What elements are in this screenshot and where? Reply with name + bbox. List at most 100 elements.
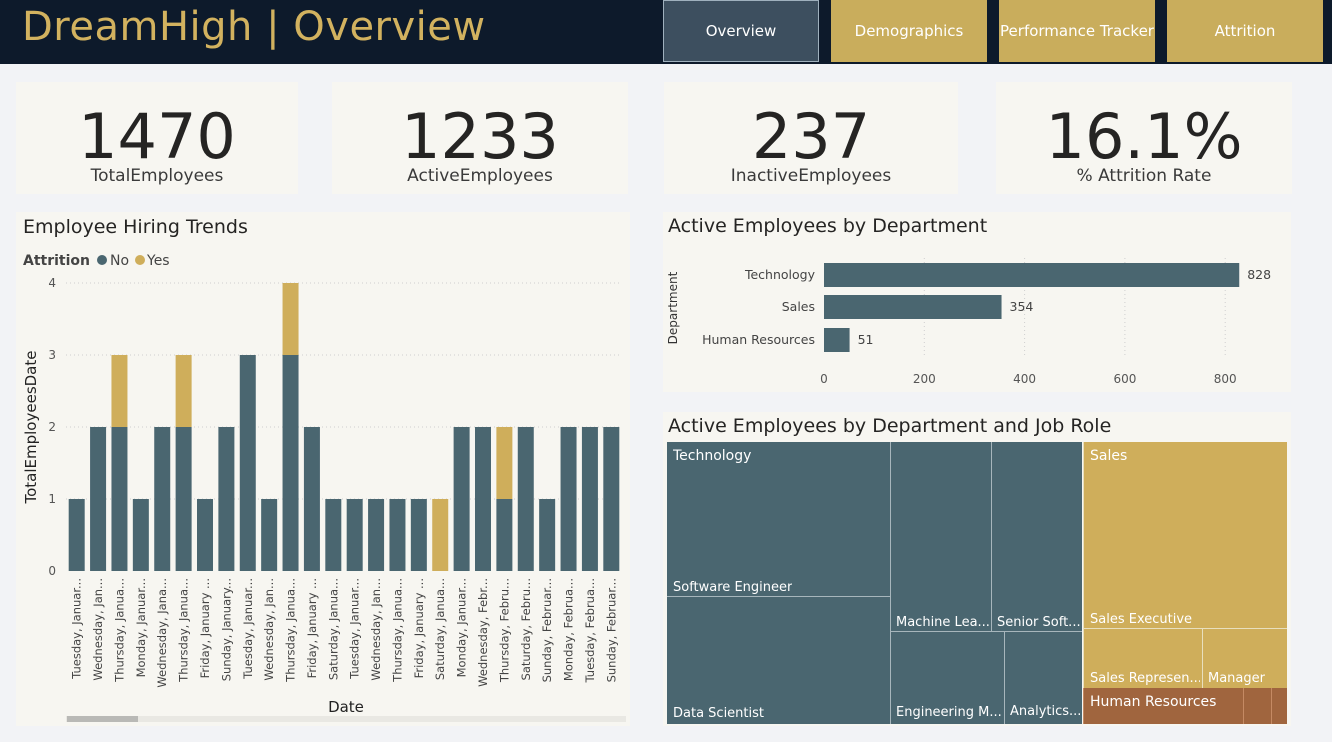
bar-no — [453, 427, 470, 571]
treemap-role-label: Software Engineer — [673, 580, 793, 595]
data-label: 51 — [858, 332, 874, 347]
nav-overview-button[interactable]: Overview — [663, 0, 819, 62]
treemap-tile-machine-learning[interactable]: Machine Lea... — [891, 442, 992, 632]
treemap-role-label: Analytics... — [1010, 704, 1080, 719]
x-tick-label: Thursday, Febru... — [497, 578, 511, 683]
treemap-tile-software-engineer[interactable]: Technology Software Engineer — [667, 442, 891, 597]
legend-label-no: No — [110, 253, 129, 269]
x-tick-label: Tuesday, Januar... — [241, 578, 255, 680]
treemap-tile-engineering-manager[interactable]: Engineering M... — [891, 632, 1005, 724]
department-role-treemap: Technology Software Engineer Data Scient… — [667, 442, 1287, 724]
treemap-role-label: Data Scientist — [673, 706, 764, 721]
category-label: Sales — [782, 299, 815, 314]
x-tick-label: Saturday, Janua... — [433, 578, 447, 680]
x-tick-label: Wednesday, Jan... — [262, 578, 276, 681]
bar — [824, 328, 850, 352]
kpi-label: TotalEmployees — [90, 166, 224, 186]
page-title: DreamHigh | Overview — [22, 4, 486, 50]
category-label: Technology — [744, 267, 816, 282]
y-tick-label: 3 — [48, 348, 56, 362]
treemap-role-label: Machine Lea... — [896, 615, 990, 630]
treemap-tile-hr-role[interactable] — [1271, 688, 1287, 724]
bar-yes — [175, 355, 192, 427]
x-tick-label: Sunday, Februar... — [604, 578, 618, 682]
bar-no — [175, 427, 192, 571]
bar-no — [603, 427, 620, 571]
treemap-tile-senior-software[interactable]: Senior Soft... — [992, 442, 1082, 632]
x-tick-label: Saturday, Febru... — [519, 578, 533, 680]
kpi-value: 16.1% — [1045, 100, 1243, 173]
x-tick-label: Wednesday, Jan... — [369, 578, 383, 681]
treemap-tile-data-scientist[interactable]: Data Scientist — [667, 597, 891, 724]
bar-no — [303, 427, 320, 571]
x-tick-label: Sunday, January... — [219, 578, 233, 681]
y-tick-label: 1 — [48, 492, 56, 506]
bar-no — [68, 499, 85, 571]
department-bar-chart: 0 200 400 600 800 Department Technology 828 Sale… — [666, 258, 1271, 386]
bar-no — [197, 499, 213, 571]
bar-no — [261, 499, 278, 571]
bar-yes — [282, 283, 299, 355]
scrollbar-track — [66, 716, 626, 722]
bar-no — [517, 427, 534, 571]
x-tick-label: 600 — [1113, 372, 1136, 386]
bar-no — [111, 427, 128, 571]
y-tick-label: 2 — [48, 420, 56, 434]
x-tick-label: Thursday, Janua... — [390, 578, 404, 683]
scrollbar-thumb[interactable] — [67, 716, 138, 722]
y-tick-label: 0 — [48, 564, 56, 578]
treemap-tile-sales-executive[interactable]: Sales Sales Executive — [1083, 442, 1287, 629]
bar-no — [581, 427, 598, 571]
treemap-tile-manager[interactable]: Manager — [1203, 629, 1287, 688]
legend-marker-no — [97, 255, 107, 265]
x-tick-label: Tuesday, Januar... — [348, 578, 362, 680]
treemap-tile-sales-representative[interactable]: Sales Represen... — [1083, 629, 1203, 688]
legend-label-yes: Yes — [146, 253, 170, 269]
bar-yes — [432, 499, 449, 571]
x-axis-label: Date — [328, 698, 364, 716]
bar-no — [90, 427, 107, 571]
treemap-group-label-sales: Sales — [1090, 448, 1128, 464]
bar-no — [154, 427, 171, 571]
kpi-value: 237 — [751, 100, 871, 173]
bar-no — [475, 427, 491, 571]
kpi-value: 1233 — [401, 100, 559, 173]
hiring-trends-chart: Attrition No Yes 0 1 2 3 4 TotalEmployeesDate Tue… — [22, 253, 626, 722]
nav-performance-tracker-button[interactable]: Performance Tracker — [999, 0, 1155, 62]
category-label: Human Resources — [702, 332, 815, 347]
treemap-tile-hr-role[interactable] — [1243, 688, 1271, 724]
x-tick-label: 400 — [1013, 372, 1036, 386]
x-tick-label: Monday, Januar... — [455, 578, 469, 677]
x-tick-label: Sunday, Februar... — [540, 578, 554, 682]
x-tick-label: Wednesday, Jan... — [91, 578, 105, 681]
x-tick-label: Tuesday, Februa... — [583, 578, 597, 684]
treemap-role-label: Sales Represen... — [1090, 671, 1200, 686]
header-bar: DreamHigh | Overview Overview Demographi… — [0, 0, 1332, 64]
bar-no — [539, 499, 556, 571]
treemap-role-label: Engineering M... — [896, 705, 1002, 720]
bar-no — [132, 499, 149, 571]
bar-no — [282, 355, 299, 571]
x-tick-label: Monday, Februa... — [562, 578, 576, 681]
nav-demographics-button[interactable]: Demographics — [831, 0, 987, 62]
x-tick-label: Tuesday, Januar... — [70, 578, 84, 680]
treemap-group-label-human-resources: Human Resources — [1090, 694, 1217, 710]
kpi-label: ActiveEmployees — [407, 166, 553, 186]
treemap-tile-human-resources[interactable]: Human Resources — [1083, 688, 1243, 724]
kpi-total-employees-card: 1470 TotalEmployees — [16, 82, 298, 194]
x-tick-label: Wednesday, Jana... — [155, 578, 169, 688]
treemap-role-label: Manager — [1208, 671, 1265, 686]
x-tick-label: Friday, January ... — [412, 578, 426, 678]
treemap-role-label: Sales Executive — [1090, 612, 1193, 627]
x-tick-label: Wednesday, Febr... — [476, 578, 490, 687]
bar-yes — [111, 355, 128, 427]
bar-no — [218, 427, 235, 571]
legend-title: Attrition — [23, 253, 90, 269]
x-tick-label: Friday, January ... — [305, 578, 319, 678]
data-label: 354 — [1010, 299, 1034, 314]
x-tick-label: Thursday, Janua... — [284, 578, 298, 683]
nav-attrition-button[interactable]: Attrition — [1167, 0, 1323, 62]
bar — [824, 295, 1002, 319]
x-tick-label: Friday, January ... — [198, 578, 212, 678]
treemap-tile-analytics[interactable]: Analytics... — [1005, 632, 1082, 724]
